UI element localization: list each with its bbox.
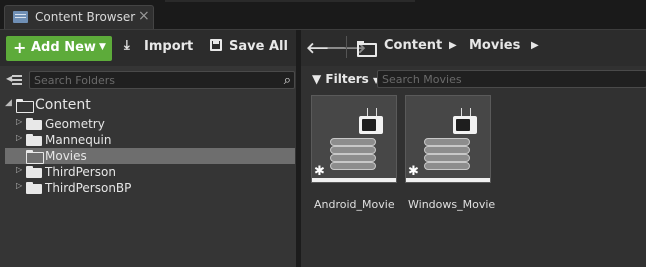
expanded-arrow-icon[interactable]: ◢	[5, 98, 12, 108]
search-assets-field[interactable]	[377, 70, 646, 88]
collapsed-arrow-icon[interactable]: ▷	[16, 181, 22, 190]
chevron-down-icon: ▼	[99, 42, 106, 52]
add-new-button[interactable]: + Add New ▼	[6, 36, 112, 61]
folder-icon	[26, 134, 42, 146]
asset-tile-windows-movie[interactable]: ✱	[405, 95, 491, 183]
breadcrumb-separator-icon[interactable]: ▶	[531, 40, 539, 51]
tree-item-label: Mannequin	[45, 133, 112, 147]
tree-item-label: Movies	[45, 149, 87, 163]
tab-title: Content Browser	[35, 10, 136, 24]
tree-item-movies[interactable]: Movies	[5, 148, 295, 164]
media-stack-icon	[330, 138, 376, 146]
media-stack-icon	[424, 154, 470, 162]
folder-tree-panel: ⌕ ◢ Content ▷ Geometry ▷ Mannequin Movie…	[0, 66, 296, 267]
tree-item-geometry[interactable]: ▷ Geometry	[0, 116, 296, 132]
breadcrumb-separator-icon[interactable]: ▶	[449, 40, 457, 51]
tree-item-label: Geometry	[45, 117, 105, 131]
collapsed-arrow-icon[interactable]: ▷	[16, 133, 22, 142]
folder-open-icon	[16, 99, 34, 113]
breadcrumb-movies[interactable]: Movies	[469, 38, 520, 53]
asset-tile-android-movie[interactable]: ✱	[311, 95, 397, 183]
add-new-label: Add New	[31, 40, 96, 55]
tab-bar-divider	[165, 0, 646, 4]
nav-divider	[346, 36, 347, 58]
folder-icon	[26, 150, 44, 164]
tab-content-browser[interactable]: Content Browser ×	[4, 5, 154, 29]
tab-bar: Content Browser ×	[0, 0, 646, 29]
save-all-label: Save All	[229, 39, 288, 54]
tv-icon	[453, 116, 477, 134]
tree-item-mannequin[interactable]: ▷ Mannequin	[0, 132, 296, 148]
media-stack-icon	[424, 138, 470, 146]
unsaved-asterisk-icon: ✱	[314, 164, 325, 179]
tree-item-label: ThirdPerson	[45, 165, 116, 179]
collapse-sources-icon[interactable]	[6, 73, 22, 87]
collapsed-arrow-icon[interactable]: ▷	[16, 165, 22, 174]
save-icon	[210, 39, 222, 51]
asset-type-bar	[312, 178, 396, 182]
import-icon: ⤓	[124, 38, 130, 53]
media-stack-icon	[330, 154, 376, 162]
tree-item-thirdpersonbp[interactable]: ▷ ThirdPersonBP	[0, 180, 296, 196]
folder-icon	[26, 118, 42, 130]
content-browser-panel: + Add New ▼ ⤓ Import Save All 🡐 🡒 Conten…	[0, 29, 646, 267]
search-icon[interactable]: ⌕	[284, 73, 291, 88]
tree-item-label: ThirdPersonBP	[45, 181, 132, 195]
folder-icon	[357, 41, 377, 57]
folder-icon	[26, 166, 42, 178]
folder-icon	[26, 182, 42, 194]
unsaved-asterisk-icon: ✱	[408, 164, 419, 179]
media-stack-icon	[424, 162, 470, 170]
collapsed-arrow-icon[interactable]: ▷	[16, 117, 22, 126]
filters-button[interactable]: ▼ Filters ▼	[312, 72, 379, 86]
tree-item-label: Content	[35, 97, 91, 113]
close-icon[interactable]: ×	[138, 8, 150, 24]
tree-item-thirdperson[interactable]: ▷ ThirdPerson	[0, 164, 296, 180]
tree-item-content[interactable]: ◢ Content	[0, 97, 296, 113]
filters-label: Filters	[325, 72, 369, 86]
search-assets-input[interactable]	[382, 72, 637, 86]
asset-label[interactable]: Android_Movie	[314, 198, 395, 211]
tv-icon	[359, 116, 383, 134]
plus-icon: +	[13, 38, 27, 57]
asset-type-bar	[406, 178, 490, 182]
breadcrumb-content[interactable]: Content	[384, 38, 442, 53]
media-stack-icon	[330, 162, 376, 170]
search-folders-input[interactable]	[34, 73, 264, 87]
filter-icon: ▼	[312, 72, 322, 86]
asset-view-panel: ▼ Filters ▼ ✱ Android_Movie ✱	[301, 66, 646, 267]
search-folders-field[interactable]: ⌕	[29, 71, 295, 89]
media-stack-icon	[424, 146, 470, 154]
asset-label[interactable]: Windows_Movie	[408, 198, 495, 211]
import-label: Import	[144, 39, 194, 54]
media-stack-icon	[330, 146, 376, 154]
content-browser-icon	[13, 11, 28, 23]
